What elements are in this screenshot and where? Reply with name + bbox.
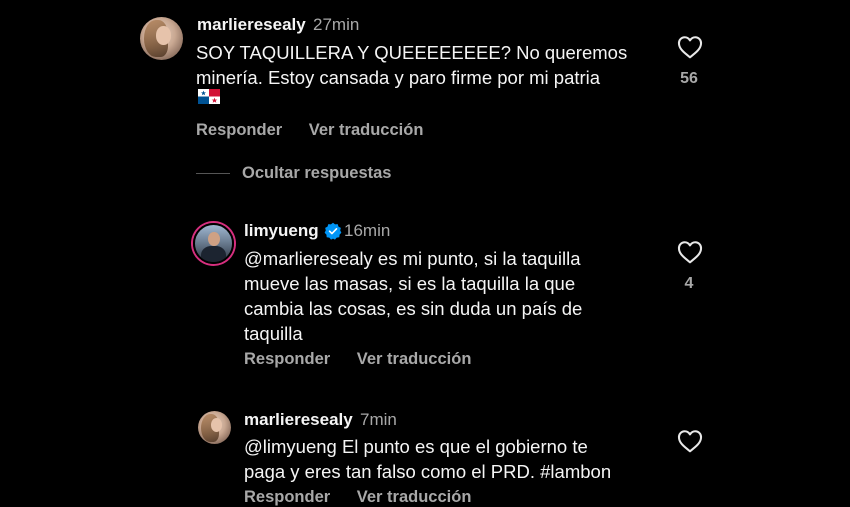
verified-badge-icon <box>324 222 342 240</box>
comment-text-line: cambia las cosas, es sin duda un país de <box>244 298 583 319</box>
avatar[interactable] <box>140 17 183 60</box>
like-count: 4 <box>684 275 694 292</box>
translate-button[interactable]: Ver traducción <box>309 121 424 139</box>
avatar[interactable] <box>193 223 234 264</box>
comment-username[interactable]: limyueng <box>244 221 319 241</box>
heart-icon[interactable] <box>677 240 703 264</box>
translate-button[interactable]: Ver traducción <box>357 350 472 368</box>
panama-flag-icon <box>198 89 220 104</box>
hide-replies-label: Ocultar respuestas <box>242 164 392 182</box>
comment-time: 7min <box>360 410 397 429</box>
comment-actions: Responder Ver traducción <box>196 121 423 140</box>
translate-button[interactable]: Ver traducción <box>357 488 472 506</box>
comment-username[interactable]: marlieresealy <box>244 410 353 430</box>
avatar[interactable] <box>198 411 231 444</box>
reply-button[interactable]: Responder <box>244 488 330 506</box>
divider-dash <box>196 173 230 174</box>
comment-time: 27min <box>313 15 360 34</box>
reply-button[interactable]: Responder <box>244 350 330 368</box>
comment-text-line: paga y eres tan falso como el PRD. #lamb… <box>244 461 612 482</box>
comment-text-line: SOY TAQUILLERA Y QUEEEEEEEE? No queremos <box>196 42 628 63</box>
comment-text: @marlieresealy es mi punto, si la taquil… <box>244 246 582 346</box>
comment-actions: Responder Ver traducción <box>244 350 471 369</box>
like-count: 56 <box>680 70 698 87</box>
comment-text: @limyueng El punto es que el gobierno te… <box>244 434 611 484</box>
heart-icon[interactable] <box>677 429 703 453</box>
heart-icon[interactable] <box>677 35 703 59</box>
comment-text-line: mueve las masas, si es la taquilla la qu… <box>244 273 576 294</box>
comment-time: 16min <box>344 221 391 240</box>
hide-replies-toggle[interactable]: Ocultar respuestas <box>196 164 391 183</box>
comment-text: SOY TAQUILLERA Y QUEEEEEEEE? No queremos… <box>196 40 627 90</box>
comment-text-line: @marlieresealy es mi punto, si la taquil… <box>244 248 581 269</box>
comment-text-line: taquilla <box>244 323 303 344</box>
reply-button[interactable]: Responder <box>196 121 282 139</box>
comment-username[interactable]: marlieresealy <box>197 15 306 35</box>
comment-text-line: @limyueng El punto es que el gobierno te <box>244 436 588 457</box>
comment-text-line: minería. Estoy cansada y paro firme por … <box>196 67 601 88</box>
comment-actions: Responder Ver traducción <box>244 488 471 507</box>
